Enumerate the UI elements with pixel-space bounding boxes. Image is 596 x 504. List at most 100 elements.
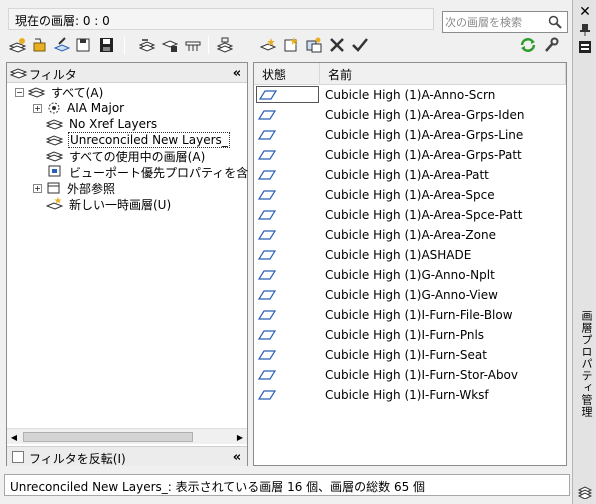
new-property-filter-icon[interactable] xyxy=(9,37,27,53)
layer-name: Cubicle High (1)I-Furn-File-Blow xyxy=(325,308,513,322)
layer-row[interactable]: Cubicle High (1)A-Area-Zone xyxy=(254,225,566,245)
layer-row[interactable]: Cubicle High (1)A-Anno-Scrn xyxy=(254,85,566,105)
layer-status-cell[interactable] xyxy=(256,266,319,283)
layer-name: Cubicle High (1)A-Area-Grps-Iden xyxy=(325,108,525,122)
delete-layer-icon[interactable] xyxy=(328,37,346,53)
filter-panel-title: フィルタ xyxy=(29,68,77,82)
layer-status-cell[interactable] xyxy=(256,386,319,403)
column-header-status[interactable]: 状態 xyxy=(254,63,320,85)
layer-status-cell[interactable] xyxy=(256,226,319,243)
new-group-filter-icon[interactable] xyxy=(31,37,49,53)
tree-item-aia-major[interactable]: + AIA Major xyxy=(33,100,125,116)
collapse-chevron-icon[interactable]: « xyxy=(229,65,245,81)
tree-expand-icon[interactable]: + xyxy=(33,183,42,193)
layer-row[interactable]: Cubicle High (1)G-Anno-View xyxy=(254,285,566,305)
layer-name: Cubicle High (1)A-Area-Zone xyxy=(325,228,496,242)
layer-row[interactable]: Cubicle High (1)A-Area-Spce xyxy=(254,185,566,205)
layer-name: Cubicle High (1)I-Furn-Pnls xyxy=(325,328,485,342)
layer-status-cell[interactable] xyxy=(256,106,319,123)
layer-status-icon xyxy=(259,89,277,100)
layer-status-icon xyxy=(258,329,276,340)
scroll-left-icon[interactable]: ◀ xyxy=(9,432,19,442)
layer-status-cell[interactable] xyxy=(256,146,319,163)
layer-row[interactable]: Cubicle High (1)I-Furn-File-Blow xyxy=(254,305,566,325)
layer-row[interactable]: Cubicle High (1)A-Area-Patt xyxy=(254,165,566,185)
layer-status-icon xyxy=(258,249,276,260)
layer-status-icon xyxy=(258,229,276,240)
filter-panel-header: フィルタ « xyxy=(7,63,247,83)
properties-icon[interactable] xyxy=(577,40,593,54)
filter-tree-panel: フィルタ « − すべて(A) + AIA Major No Xref Laye… xyxy=(6,62,248,466)
layer-states-manager-icon[interactable] xyxy=(53,37,71,53)
layer-row[interactable]: Cubicle High (1)A-Area-Grps-Line xyxy=(254,125,566,145)
new-layer-icon[interactable] xyxy=(259,37,277,53)
tree-item-all[interactable]: − すべて(A) xyxy=(15,84,104,100)
tree-expand-icon[interactable]: + xyxy=(33,103,42,113)
tree-item-viewport-overrides[interactable]: ビューポート優先プロパティを含 xyxy=(46,164,249,180)
tree-item-used-layers[interactable]: すべての使用中の画層(A) xyxy=(46,148,206,164)
layer-status-cell[interactable] xyxy=(256,306,319,323)
new-layer-frozen-all-icon[interactable] xyxy=(305,37,323,53)
layer-status-cell[interactable] xyxy=(256,246,319,263)
layer-name: Cubicle High (1)A-Area-Grps-Line xyxy=(325,128,524,142)
layer-status-cell[interactable] xyxy=(256,346,319,363)
layer-row[interactable]: Cubicle High (1)I-Furn-Wksf xyxy=(254,385,566,405)
layer-status-cell[interactable] xyxy=(256,206,319,223)
tree-item-new-temp-layers[interactable]: 新しい一時画層(U) xyxy=(46,196,172,212)
scroll-right-icon[interactable]: ▶ xyxy=(235,432,245,442)
scrollbar-thumb[interactable] xyxy=(23,432,193,442)
layer-row[interactable]: Cubicle High (1)ASHADE xyxy=(254,245,566,265)
tree-collapse-icon[interactable]: − xyxy=(15,87,24,97)
tree-item-label: AIA Major xyxy=(67,101,125,115)
layer-row[interactable]: Cubicle High (1)G-Anno-Nplt xyxy=(254,265,566,285)
toolbar-separator xyxy=(208,36,209,54)
layer-status-icon xyxy=(258,389,276,400)
save-icon[interactable] xyxy=(98,37,116,53)
layer-row[interactable]: Cubicle High (1)I-Furn-Stor-Abov xyxy=(254,365,566,385)
refresh-icon[interactable] xyxy=(519,37,537,53)
layer-status-cell[interactable] xyxy=(256,126,319,143)
layer-status-cell[interactable] xyxy=(256,286,319,303)
tree-item-unreconciled[interactable]: Unreconciled New Layers_ xyxy=(46,132,230,148)
new-layer-vp-frozen-icon[interactable] xyxy=(282,37,300,53)
layer-name: Cubicle High (1)A-Area-Grps-Patt xyxy=(325,148,522,162)
collapse-chevron-icon[interactable]: « xyxy=(229,449,245,465)
layer-merge-icon[interactable] xyxy=(184,37,202,53)
settings-wrench-icon[interactable] xyxy=(542,37,560,53)
layer-status-cell[interactable] xyxy=(256,166,319,183)
layer-name: Cubicle High (1)A-Area-Patt xyxy=(325,168,489,182)
layer-status-icon xyxy=(258,129,276,140)
layer-name: Cubicle High (1)I-Furn-Wksf xyxy=(325,388,489,402)
layer-row[interactable]: Cubicle High (1)I-Furn-Seat xyxy=(254,345,566,365)
layer-name: Cubicle High (1)A-Area-Spce xyxy=(325,188,495,202)
layer-settings-icon[interactable] xyxy=(216,37,234,53)
search-input[interactable] xyxy=(445,14,545,30)
current-layer-label: 現在の画層: 0 : 0 xyxy=(8,8,434,30)
layer-name: Cubicle High (1)ASHADE xyxy=(325,248,472,262)
tree-item-xref[interactable]: + 外部参照 xyxy=(33,180,116,196)
column-header-name[interactable]: 名前 xyxy=(320,63,566,85)
tree-item-no-xref[interactable]: No Xref Layers xyxy=(46,116,158,132)
layer-walk-icon[interactable] xyxy=(138,37,156,53)
layer-row[interactable]: Cubicle High (1)I-Furn-Pnls xyxy=(254,325,566,345)
pin-icon[interactable] xyxy=(577,22,593,38)
layers-palette-icon xyxy=(577,484,593,500)
invert-filter-checkbox[interactable] xyxy=(12,451,24,463)
set-current-icon[interactable] xyxy=(351,37,369,53)
search-icon[interactable] xyxy=(547,14,563,30)
layer-status-cell[interactable] xyxy=(256,326,319,343)
status-bar: Unreconciled New Layers_: 表示されている画層 16 個… xyxy=(4,474,570,496)
layer-status-cell[interactable] xyxy=(256,186,319,203)
layer-status-icon xyxy=(258,109,276,120)
search-box[interactable] xyxy=(442,11,568,33)
layer-row[interactable]: Cubicle High (1)A-Area-Grps-Iden xyxy=(254,105,566,125)
invert-filter-row: フィルタを反転(I) « xyxy=(7,446,247,466)
layer-isolate-icon[interactable] xyxy=(161,37,179,53)
layer-status-cell[interactable] xyxy=(256,86,319,103)
layer-row[interactable]: Cubicle High (1)A-Area-Spce-Patt xyxy=(254,205,566,225)
close-icon[interactable]: ✕ xyxy=(577,4,593,20)
layer-status-cell[interactable] xyxy=(256,366,319,383)
save-layer-state-icon[interactable] xyxy=(75,37,93,53)
layer-row[interactable]: Cubicle High (1)A-Area-Grps-Patt xyxy=(254,145,566,165)
filter-horizontal-scrollbar[interactable]: ◀ ▶ xyxy=(7,428,247,444)
